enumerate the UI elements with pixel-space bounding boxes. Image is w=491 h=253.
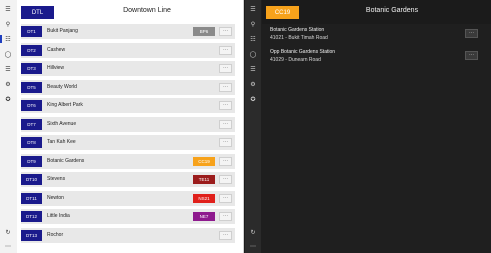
pin-icon[interactable]: ✪	[245, 92, 261, 106]
interchange-badge[interactable]: NS21	[193, 193, 215, 203]
more-options-button[interactable]: ···	[219, 193, 232, 203]
more-options-button[interactable]: ···	[219, 64, 232, 73]
more-options-button[interactable]: ···	[219, 45, 232, 55]
route-icon[interactable]: ☰	[245, 62, 261, 76]
refresh-icon[interactable]: ↻	[0, 225, 16, 239]
station-row[interactable]: DT8 Tan Kah Kee ···	[21, 135, 235, 150]
menu-icon[interactable]: ☰	[0, 2, 16, 16]
interchange-badge[interactable]: NE7	[193, 212, 215, 221]
station-code-badge: DT13	[21, 229, 42, 241]
station-panel: CC19 Botanic Gardens Botanic Gardens Sta…	[262, 0, 491, 253]
pin-icon[interactable]: ✪	[0, 92, 16, 106]
bus-stop-list: Botanic Gardens Station 41021 - Bukit Ti…	[268, 26, 486, 70]
right-nav-rail: ☰ ⚲ ☷ ◯ ☰ ⚙ ✪ ↻ ⋯	[245, 0, 261, 253]
more-options-button[interactable]: ···	[219, 82, 232, 92]
station-name: Tan Kah Kee	[47, 139, 76, 145]
station-name: Little India	[47, 213, 70, 219]
station-name: Sixth Avenue	[47, 120, 77, 127]
station-title: Botanic Gardens	[365, 7, 419, 14]
interchange-badge[interactable]: BP6	[193, 27, 215, 36]
station-name: Rochor	[47, 231, 64, 238]
station-row[interactable]: DT1 Bukit Panjang BP6 ···	[21, 24, 235, 39]
more-options-button[interactable]: ···	[219, 27, 232, 36]
station-row[interactable]: DT12 Little India NE7 ···	[21, 209, 235, 224]
interchange-badge[interactable]: TE11	[193, 175, 215, 184]
line-panel: DTL Downtown Line DT1 Bukit Panjang BP6 …	[17, 0, 243, 253]
station-row[interactable]: DT3 Hillview ···	[21, 61, 235, 76]
station-code-badge: DT2	[21, 44, 42, 56]
station-row[interactable]: DT6 King Albert Park ···	[21, 98, 235, 113]
bus-stop-info: 41029 - Dunearn Road	[270, 57, 321, 63]
station-row[interactable]: DT10 Stevens TE11 ···	[21, 172, 235, 187]
more-options-button[interactable]: ···	[219, 101, 232, 110]
settings-icon[interactable]: ⚙	[245, 77, 261, 91]
more-options-button[interactable]: ···	[219, 156, 232, 166]
more-options-button[interactable]: ···	[219, 175, 232, 184]
station-code-badge: DT1	[21, 26, 42, 37]
list-icon[interactable]: ☷	[0, 32, 16, 46]
station-name: King Albert Park	[47, 102, 83, 108]
station-list: DT1 Bukit Panjang BP6 ··· DT2 Cashew ···…	[21, 24, 235, 246]
station-code-badge: DT11	[21, 192, 42, 204]
station-name: Newton	[47, 194, 64, 201]
station-code-badge: DT5	[21, 81, 42, 93]
more-options-button[interactable]: ···	[465, 29, 478, 38]
more-icon[interactable]: ⋯	[0, 239, 16, 253]
station-code-badge: DT10	[21, 174, 42, 185]
more-options-button[interactable]: ···	[219, 212, 232, 221]
menu-icon[interactable]: ☰	[245, 2, 261, 16]
station-name: Botanic Gardens	[47, 157, 85, 164]
station-code-badge: DT8	[21, 137, 42, 148]
left-nav-rail: ☰ ⚲ ☷ ◯ ☰ ⚙ ✪ ↻ ⋯	[0, 0, 16, 253]
station-name: Hillview	[47, 65, 64, 71]
more-options-button[interactable]: ···	[219, 119, 232, 129]
station-row[interactable]: DT9 Botanic Gardens CC19 ···	[21, 153, 235, 169]
search-icon[interactable]: ⚲	[0, 17, 16, 31]
more-icon[interactable]: ⋯	[245, 239, 261, 253]
station-row[interactable]: DT2 Cashew ···	[21, 42, 235, 58]
settings-icon[interactable]: ⚙	[0, 77, 16, 91]
station-name: Cashew	[47, 46, 66, 53]
more-options-button[interactable]: ···	[465, 51, 478, 60]
station-name: Stevens	[47, 176, 66, 182]
line-header: DTL Downtown Line	[17, 0, 243, 24]
station-row[interactable]: DT13 Rochor ···	[21, 227, 235, 243]
station-code-badge: DT7	[21, 118, 42, 130]
station-code-badge: DT3	[21, 63, 42, 74]
station-row[interactable]: DT11 Newton NS21 ···	[21, 190, 235, 206]
bus-stop-item[interactable]: Botanic Gardens Station 41021 - Bukit Ti…	[268, 26, 486, 42]
list-icon[interactable]: ☷	[245, 32, 261, 46]
refresh-icon[interactable]: ↻	[245, 225, 261, 239]
station-name: Beauty World	[47, 83, 77, 90]
station-code-badge: DT6	[21, 100, 42, 111]
station-row[interactable]: DT7 Sixth Avenue ···	[21, 116, 235, 132]
station-row[interactable]: DT5 Beauty World ···	[21, 79, 235, 95]
bus-stop-info: 41021 - Bukit Timah Road	[270, 35, 328, 41]
interchange-badge[interactable]: CC19	[193, 156, 215, 166]
station-code-badge: DT12	[21, 211, 42, 222]
chat-icon[interactable]: ◯	[0, 47, 16, 61]
route-icon[interactable]: ☰	[0, 62, 16, 76]
more-options-button[interactable]: ···	[219, 230, 232, 240]
bus-stop-name: Opp Botanic Gardens Station	[270, 49, 336, 55]
bus-stop-item[interactable]: Opp Botanic Gardens Station 41029 - Dune…	[268, 48, 486, 64]
more-options-button[interactable]: ···	[219, 138, 232, 147]
right-window: ☰ ⚲ ☷ ◯ ☰ ⚙ ✪ ↻ ⋯ CC19 Botanic Gardens B…	[245, 0, 491, 253]
station-name: Bukit Panjang	[47, 28, 78, 34]
station-badge[interactable]: CC19	[266, 6, 299, 19]
search-icon[interactable]: ⚲	[245, 17, 261, 31]
chat-icon[interactable]: ◯	[245, 47, 261, 61]
station-code-badge: DT9	[21, 155, 42, 167]
line-title: Downtown Line	[123, 7, 171, 14]
line-badge[interactable]: DTL	[21, 6, 54, 19]
left-window: ☰ ⚲ ☷ ◯ ☰ ⚙ ✪ ↻ ⋯ DTL Downtown Line DT1 …	[0, 0, 244, 253]
station-header: CC19 Botanic Gardens	[262, 0, 491, 24]
bus-stop-name: Botanic Gardens Station	[270, 27, 325, 33]
